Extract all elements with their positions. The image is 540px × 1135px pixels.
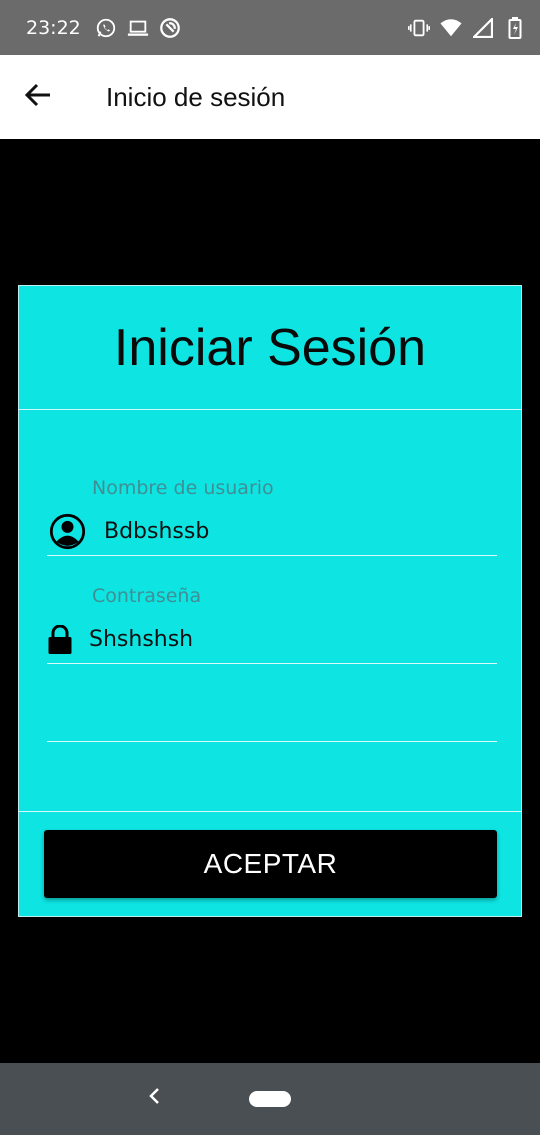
status-time: 23:22	[26, 16, 81, 39]
password-input[interactable]	[89, 627, 469, 652]
navigation-bar	[0, 1063, 540, 1135]
password-field[interactable]	[47, 616, 497, 664]
lock-icon	[47, 624, 73, 656]
battery-charging-icon	[504, 16, 526, 39]
password-label: Contraseña	[92, 585, 202, 607]
signal-icon	[472, 17, 494, 39]
account-circle-icon	[48, 513, 86, 551]
back-button[interactable]	[0, 55, 78, 139]
username-input[interactable]	[104, 519, 484, 544]
nav-back-button[interactable]	[140, 1083, 170, 1113]
whatsapp-icon	[95, 17, 117, 39]
login-card: Iniciar Sesión Nombre de usuario Contras…	[18, 285, 522, 917]
login-heading: Iniciar Sesión	[19, 286, 521, 410]
empty-field-underline	[47, 741, 497, 742]
home-pill-icon[interactable]	[249, 1091, 291, 1107]
wifi-icon	[440, 17, 462, 39]
nav-back-icon	[148, 1087, 162, 1110]
app-bar: Inicio de sesión	[0, 55, 540, 139]
page-title: Inicio de sesión	[106, 81, 286, 112]
username-label: Nombre de usuario	[92, 477, 274, 499]
sync-icon	[159, 17, 181, 39]
laptop-icon	[127, 17, 149, 39]
divider	[19, 811, 521, 812]
accept-button[interactable]: ACEPTAR	[44, 830, 497, 898]
arrow-left-icon	[24, 83, 52, 112]
vibrate-icon	[408, 17, 430, 39]
notification-icons	[95, 17, 181, 39]
status-bar: 23:22	[0, 0, 540, 55]
username-field[interactable]	[47, 508, 497, 556]
system-icons	[408, 16, 526, 39]
